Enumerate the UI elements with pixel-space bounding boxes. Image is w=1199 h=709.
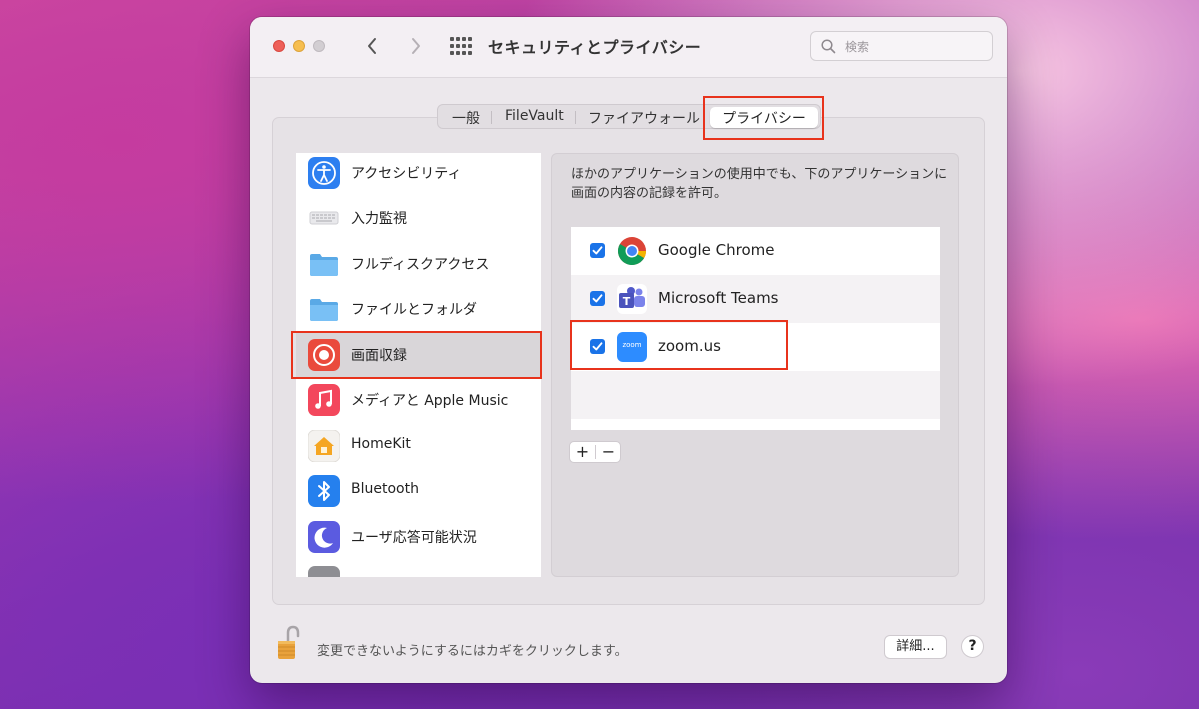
sidebar-item-input-monitoring[interactable]: 入力監視 — [296, 196, 541, 240]
tab-privacy-label: プライバシー — [722, 111, 806, 127]
sidebar-item-label: Bluetooth — [351, 481, 419, 497]
add-button[interactable]: + — [570, 442, 595, 462]
empty-row — [571, 371, 940, 419]
details-button[interactable]: 詳細... — [884, 635, 947, 659]
sidebar-item-partial — [296, 560, 541, 577]
moon-icon — [308, 521, 340, 553]
sidebar-item-full-disk-access[interactable]: フルディスクアクセス — [296, 242, 541, 286]
lock-instruction-text: 変更できないようにするにはカギをクリックします。 — [317, 644, 628, 659]
tab-filevault[interactable]: FileVault — [505, 108, 564, 124]
sidebar-item-label: 画面収録 — [351, 348, 407, 364]
sidebar-item-label: ユーザ応答可能状況 — [351, 530, 477, 546]
unlocked-padlock-icon[interactable] — [276, 623, 300, 661]
sidebar-item-homekit[interactable]: HomeKit — [296, 424, 541, 468]
window-title: セキュリティとプライバシー — [488, 38, 702, 57]
sidebar-item-accessibility[interactable]: アクセシビリティ — [296, 153, 541, 195]
sidebar-item-bluetooth[interactable]: Bluetooth — [296, 469, 541, 513]
sidebar-item-label: ファイルとフォルダ — [351, 302, 477, 318]
app-name: Microsoft Teams — [658, 289, 779, 307]
chrome-icon — [618, 237, 646, 265]
close-button[interactable] — [273, 40, 285, 52]
help-button[interactable]: ? — [961, 635, 984, 658]
app-name: Google Chrome — [658, 241, 775, 259]
sidebar-item-files-and-folders[interactable]: ファイルとフォルダ — [296, 287, 541, 331]
tab-privacy[interactable]: プライバシー — [710, 107, 818, 128]
checkmark-icon — [592, 294, 603, 303]
app-checkbox[interactable] — [590, 339, 605, 354]
app-row-microsoft-teams[interactable]: T Microsoft Teams — [571, 275, 940, 323]
app-checkbox[interactable] — [590, 243, 605, 258]
sidebar-item-focus-status[interactable]: ユーザ応答可能状況 — [296, 515, 541, 559]
home-icon — [308, 430, 340, 462]
zoom-icon: zoom — [617, 332, 647, 362]
remove-button[interactable]: − — [596, 442, 621, 462]
tab-general[interactable]: 一般 — [452, 108, 480, 128]
tab-bar: 一般 FileVault ファイアウォール プライバシー — [437, 104, 821, 129]
back-button[interactable] — [363, 34, 383, 58]
title-bar: セキュリティとプライバシー 検索 — [250, 17, 1007, 78]
sidebar-item-label: 入力監視 — [351, 211, 407, 227]
bluetooth-icon — [308, 475, 340, 507]
show-all-grid-icon[interactable] — [450, 37, 472, 55]
sidebar-item-label: アクセシビリティ — [351, 166, 462, 182]
tab-divider — [575, 111, 576, 124]
sidebar-item-screen-recording[interactable]: 画面収録 — [296, 333, 541, 377]
folder-icon — [310, 299, 338, 321]
privacy-category-list[interactable]: アクセシビリティ 入力監視 フルディスクアクセス ファイルとフォルダ 画面収録 … — [296, 153, 541, 577]
screen-recording-icon — [308, 339, 340, 371]
description-text: ほかのアプリケーションの使用中でも、下のアプリケーションに画面の内容の記録を許可… — [571, 167, 948, 201]
app-list[interactable]: Google Chrome T Microsoft Teams zoom zoo… — [571, 227, 940, 430]
checkmark-icon — [592, 342, 603, 351]
minimize-button[interactable] — [293, 40, 305, 52]
search-field[interactable]: 検索 — [810, 31, 993, 61]
sidebar-item-media-apple-music[interactable]: メディアと Apple Music — [296, 378, 541, 422]
svg-text:T: T — [623, 295, 631, 308]
search-icon — [821, 39, 836, 54]
chevron-right-icon — [412, 38, 420, 54]
accessibility-icon — [308, 157, 340, 189]
app-row-google-chrome[interactable]: Google Chrome — [571, 227, 940, 275]
app-name: zoom.us — [658, 337, 721, 355]
gear-icon — [308, 566, 340, 577]
keyboard-icon — [309, 211, 339, 225]
folder-icon — [310, 254, 338, 276]
app-row-zoom[interactable]: zoom zoom.us — [571, 323, 940, 371]
app-checkbox[interactable] — [590, 291, 605, 306]
sidebar-item-label: フルディスクアクセス — [351, 257, 490, 273]
chevron-left-icon — [368, 38, 376, 54]
sidebar-item-label: HomeKit — [351, 436, 411, 452]
search-placeholder: 検索 — [845, 40, 870, 54]
checkmark-icon — [592, 246, 603, 255]
forward-button[interactable] — [405, 34, 425, 58]
zoom-icon-text: zoom — [622, 341, 642, 349]
music-icon — [308, 384, 340, 416]
teams-icon: T — [617, 284, 647, 314]
tab-firewall[interactable]: ファイアウォール — [588, 108, 700, 128]
zoom-button[interactable] — [313, 40, 325, 52]
add-remove-control: + − — [569, 441, 621, 463]
sidebar-item-label: メディアと Apple Music — [351, 393, 509, 409]
preferences-window: セキュリティとプライバシー 検索 一般 FileVault ファイアウォール プ… — [250, 17, 1007, 683]
tab-divider — [491, 111, 492, 124]
